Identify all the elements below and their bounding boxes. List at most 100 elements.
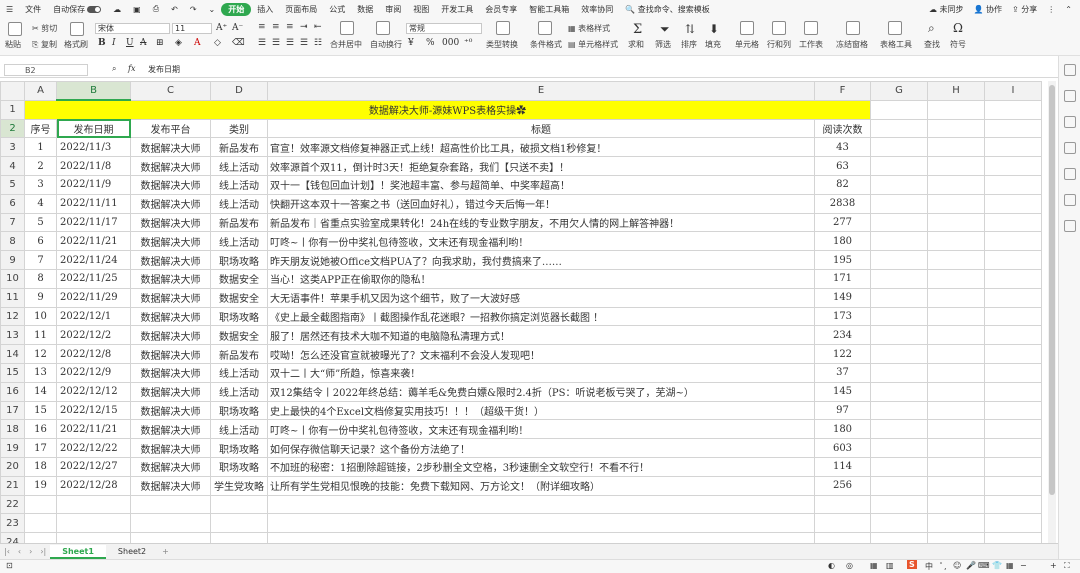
cell[interactable]: 数据解决大师 <box>130 419 211 440</box>
row-header[interactable]: 22 <box>0 494 25 515</box>
align-top-icon[interactable]: ≡ <box>258 22 266 32</box>
select-all-corner[interactable] <box>0 81 25 101</box>
cell[interactable]: 数据解决大师 <box>130 193 211 214</box>
cell[interactable] <box>984 362 1042 383</box>
filter-icon[interactable]: ⏷ <box>660 22 670 37</box>
cell[interactable] <box>984 287 1042 308</box>
cell[interactable]: 7 <box>24 250 57 270</box>
cell[interactable] <box>984 156 1042 176</box>
column-header[interactable]: I <box>984 81 1042 101</box>
page-layout-view-icon[interactable]: ▥ <box>886 561 894 570</box>
cell[interactable]: 13 <box>24 362 57 383</box>
cell[interactable]: 2 <box>24 156 57 176</box>
cell[interactable]: 数据解决大师 <box>130 212 211 233</box>
column-header[interactable]: B <box>56 81 131 102</box>
vertical-scrollbar[interactable] <box>1048 81 1056 543</box>
cell[interactable] <box>210 494 268 515</box>
merge-center-button[interactable]: 合并居中 <box>330 39 362 50</box>
cell[interactable] <box>927 400 985 421</box>
cell[interactable]: 2022/11/9 <box>56 174 131 195</box>
location-icon[interactable] <box>1064 168 1076 180</box>
cell[interactable] <box>984 99 1042 120</box>
cell[interactable]: 14 <box>24 381 57 402</box>
fill-color-icon[interactable]: ◈ <box>175 38 182 48</box>
tab-page-layout[interactable]: 页面布局 <box>279 4 323 15</box>
cell[interactable] <box>984 306 1042 327</box>
cell[interactable] <box>984 231 1042 252</box>
cell[interactable]: 277 <box>814 212 871 233</box>
macro-icon[interactable]: ⊡ <box>6 561 13 570</box>
cell[interactable]: 180 <box>814 231 871 252</box>
cell[interactable]: 5 <box>24 212 57 233</box>
cond-format-button[interactable]: 条件格式 <box>530 39 562 50</box>
cell[interactable]: 线上活动 <box>210 231 268 252</box>
style-icon[interactable] <box>1064 90 1076 102</box>
row-header[interactable]: 3 <box>0 137 25 158</box>
tab-data[interactable]: 数据 <box>351 4 379 15</box>
header-cell[interactable]: 阅读次数 <box>814 118 871 139</box>
cell[interactable] <box>870 513 928 534</box>
cell[interactable]: 大无语事件！苹果手机又因为这个细节，败了一大波好感 <box>267 287 815 308</box>
cell[interactable]: 8 <box>24 268 57 289</box>
column-header[interactable]: D <box>210 81 268 101</box>
cell[interactable]: 2022/11/21 <box>56 231 131 252</box>
fx-icon[interactable]: fx <box>128 64 135 73</box>
print-icon[interactable]: ⎙ <box>147 4 165 14</box>
cell[interactable]: 线上活动 <box>210 381 268 402</box>
cell[interactable]: 171 <box>814 268 871 289</box>
cell[interactable] <box>870 174 928 195</box>
rows-cols-icon[interactable] <box>772 21 786 35</box>
cell[interactable]: 2022/12/28 <box>56 475 131 496</box>
column-header[interactable]: F <box>814 81 871 101</box>
cell[interactable] <box>927 156 985 176</box>
align-right-icon[interactable]: ☰ <box>286 38 294 48</box>
cell[interactable] <box>984 344 1042 364</box>
punctuation-icon[interactable]: ﾟ, <box>940 561 947 572</box>
formula-input[interactable]: 发布日期 <box>148 64 180 75</box>
cell[interactable]: 37 <box>814 362 871 383</box>
outdent-icon[interactable]: ⇤ <box>314 22 322 32</box>
collapse-icon[interactable]: ⌃ <box>1065 5 1072 14</box>
grid-apps-icon[interactable]: ▦ <box>1006 561 1014 570</box>
last-sheet-icon[interactable]: ›| <box>36 547 50 556</box>
align-middle-icon[interactable]: ≡ <box>272 22 280 32</box>
row-header[interactable]: 15 <box>0 362 25 383</box>
row-header[interactable]: 20 <box>0 456 25 477</box>
cell[interactable]: 9 <box>24 287 57 308</box>
worksheet-button[interactable]: 工作表 <box>799 39 823 50</box>
cell[interactable]: 1 <box>24 137 57 158</box>
bold-icon[interactable]: B <box>98 38 106 48</box>
cut-button[interactable]: ✂ 剪切 <box>32 23 57 34</box>
copy-button[interactable]: ⎘ 复制 <box>32 39 57 50</box>
sheet-tab-1[interactable]: Sheet1 <box>50 544 106 559</box>
cell[interactable]: 线上活动 <box>210 174 268 195</box>
cell[interactable]: 数据解决大师 <box>130 287 211 308</box>
cell[interactable]: 2022/12/1 <box>56 306 131 327</box>
cell[interactable] <box>267 494 815 515</box>
add-sheet-icon[interactable]: + <box>158 547 173 556</box>
property-icon[interactable] <box>1064 116 1076 128</box>
cell[interactable]: 线上活动 <box>210 362 268 383</box>
cell[interactable] <box>870 137 928 158</box>
thousands-icon[interactable]: 000 <box>442 38 459 48</box>
font-color-icon[interactable]: A <box>194 38 201 48</box>
cell[interactable] <box>56 513 131 534</box>
cell[interactable]: 195 <box>814 250 871 270</box>
row-header[interactable]: 5 <box>0 174 25 195</box>
cell[interactable] <box>927 118 985 139</box>
cell[interactable] <box>984 419 1042 440</box>
cell[interactable]: 2022/12/8 <box>56 344 131 364</box>
column-header[interactable]: H <box>927 81 985 101</box>
cell[interactable] <box>870 156 928 176</box>
cell[interactable]: 43 <box>814 137 871 158</box>
cell[interactable]: 《史上最全截图指南》丨截图操作乱花迷眼？一招教你搞定浏览器长截图 ！ <box>267 306 815 327</box>
cell[interactable] <box>984 212 1042 233</box>
cell-button[interactable]: 单元格 <box>735 39 759 50</box>
cell[interactable]: 数据安全 <box>210 287 268 308</box>
cell[interactable]: 新品发布 <box>210 137 268 158</box>
align-center-icon[interactable]: ☰ <box>272 38 280 48</box>
cell[interactable] <box>927 174 985 195</box>
row-header[interactable]: 7 <box>0 212 25 233</box>
indent-icon[interactable]: ⇥ <box>300 22 308 32</box>
type-convert-icon[interactable] <box>496 21 510 35</box>
